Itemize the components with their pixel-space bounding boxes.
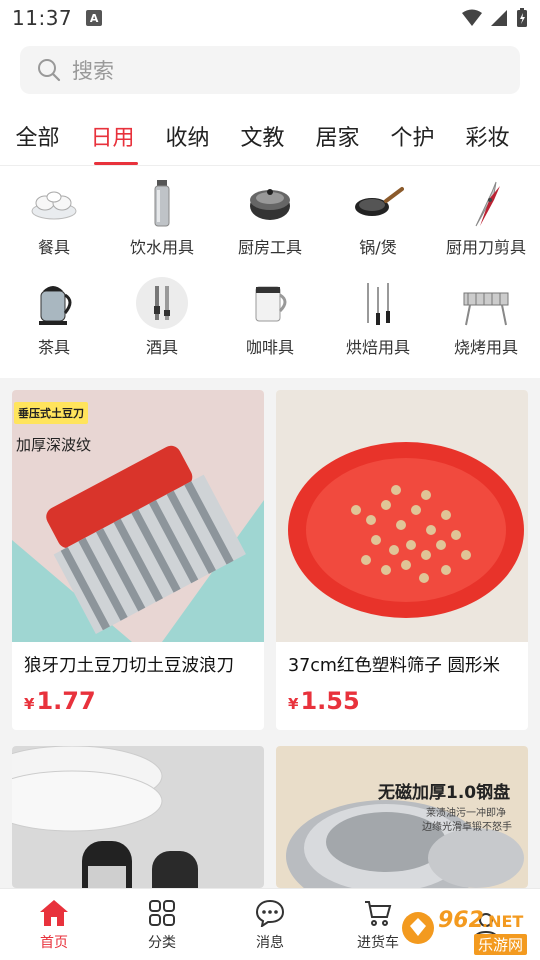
product-image-caption: 无磁加厚1.0钢盘 (378, 783, 511, 803)
product-image-caption: 加厚深波纹 (16, 436, 92, 454)
nav-home[interactable]: 首页 (0, 889, 108, 960)
product-price: ¥ 1.77 (12, 677, 264, 715)
tab-home[interactable]: 居家 (300, 110, 375, 165)
subcategory-label: 饮水用具 (129, 238, 194, 257)
subcategory-label: 咖啡具 (245, 338, 294, 357)
product-image: 垂压式土豆刀 加厚深波纹 (12, 390, 264, 642)
product-image (276, 390, 528, 642)
nav-label: 进货车 (357, 934, 399, 951)
status-time: 11:37 (12, 6, 73, 30)
price-currency: ¥ (24, 695, 35, 713)
watermark-logo: 962 .NET 乐游网 (398, 906, 536, 955)
product-image: 无磁加厚1.0钢盘 莱渍油污一冲即净 边缘光滑卓锻不怒手 (276, 746, 528, 888)
subcategory-label: 餐具 (37, 238, 70, 257)
status-bar: 11:37 A (0, 0, 540, 36)
product-badge: 垂压式土豆刀 (14, 402, 88, 424)
cart-icon (363, 898, 393, 928)
tab-storage[interactable]: 收纳 (150, 110, 225, 165)
subcategory-label: 酒具 (145, 338, 178, 357)
search-placeholder: 搜索 (72, 59, 114, 83)
tab-all[interactable]: 全部 (0, 110, 75, 165)
search-input[interactable]: 搜索 (20, 46, 520, 94)
category-grid-icon (147, 898, 177, 928)
product-title: 37cm红色塑料筛子 圆形米 (288, 656, 500, 676)
signal-icon (491, 10, 507, 26)
subcategory-label: 茶具 (37, 338, 70, 357)
nav-label: 分类 (148, 934, 176, 951)
price-currency: ¥ (288, 695, 299, 713)
subcategory-knives[interactable]: 厨用刀剪具 (432, 176, 540, 258)
water-bottle-icon (135, 176, 189, 230)
subcategory-label: 烧烤用具 (453, 338, 518, 357)
subcategory-label: 烘焙用具 (345, 338, 410, 357)
product-image-subcaption: 边缘光滑卓锻不怒手 (422, 822, 512, 833)
subcategory-baking[interactable]: 烘焙用具 (324, 276, 432, 358)
grill-icon (459, 276, 513, 330)
tab-makeup[interactable]: 彩妆 (450, 110, 525, 165)
product-card[interactable]: 垂压式土豆刀 加厚深波纹 狼牙刀土豆刀切土豆波浪刀 ¥ 1.77 (12, 390, 264, 730)
search-icon (38, 59, 61, 82)
kettle-icon (27, 276, 81, 330)
subcategory-barware[interactable]: 酒具 (108, 276, 216, 358)
coffee-mug-icon (243, 276, 297, 330)
subcategory-coffee[interactable]: 咖啡具 (216, 276, 324, 358)
product-card[interactable]: 37cm红色塑料筛子 圆形米 ¥ 1.55 (276, 390, 528, 730)
subcategory-label: 厨用刀剪具 (445, 238, 526, 257)
product-card[interactable]: 无磁加厚1.0钢盘 莱渍油污一冲即净 边缘光滑卓锻不怒手 (276, 746, 528, 888)
pot-icon (243, 176, 297, 230)
subcategory-kitchen-tools[interactable]: 厨房工具 (216, 176, 324, 258)
wifi-icon (462, 9, 482, 26)
price-value: 1.77 (36, 687, 96, 715)
subcategory-label: 锅/煲 (359, 238, 397, 257)
nav-category[interactable]: 分类 (108, 889, 216, 960)
tab-personal-care[interactable]: 个护 (375, 110, 450, 165)
battery-icon (517, 8, 527, 27)
subcategory-tableware[interactable]: 餐具 (0, 176, 108, 258)
tableware-icon (27, 176, 81, 230)
bar-tools-icon (135, 276, 189, 330)
status-icons (462, 8, 528, 28)
scissors-icon (459, 176, 513, 230)
product-price: ¥ 1.55 (276, 677, 528, 715)
subcategory-pots[interactable]: 锅/煲 (324, 176, 432, 258)
subcategory-bbq[interactable]: 烧烤用具 (432, 276, 540, 358)
notification-icon: A (86, 10, 103, 26)
subcategory-grid: 餐具 饮水用具 厨房工具 锅/煲 厨用刀剪具 茶具 酒具 咖啡具 烘焙用具 烧烤… (0, 176, 540, 358)
subcategory-drinkware[interactable]: 饮水用具 (108, 176, 216, 258)
watermark-number: 962 (438, 908, 484, 933)
wok-icon (351, 176, 405, 230)
subcategory-label: 厨房工具 (237, 238, 302, 257)
home-icon (39, 898, 69, 928)
subcategory-tea-sets[interactable]: 茶具 (0, 276, 108, 358)
product-image-subcaption: 莱渍油污一冲即净 (426, 808, 506, 819)
price-value: 1.55 (300, 687, 360, 715)
product-title: 狼牙刀土豆刀切土豆波浪刀 (24, 656, 234, 676)
tab-daily[interactable]: 日用 (75, 110, 150, 165)
nav-messages[interactable]: 消息 (216, 889, 324, 960)
watermark-site-name: 乐游网 (474, 934, 528, 955)
watermark-domain: .NET (482, 912, 524, 931)
nav-label: 消息 (256, 934, 284, 951)
tab-stationery[interactable]: 文教 (225, 110, 300, 165)
message-icon (255, 898, 285, 928)
baking-tools-icon (351, 276, 405, 330)
nav-label: 首页 (40, 934, 68, 951)
product-image (12, 746, 264, 888)
product-card[interactable] (12, 746, 264, 888)
category-tabs: 全部 日用 收纳 文教 居家 个护 彩妆 (0, 110, 540, 166)
